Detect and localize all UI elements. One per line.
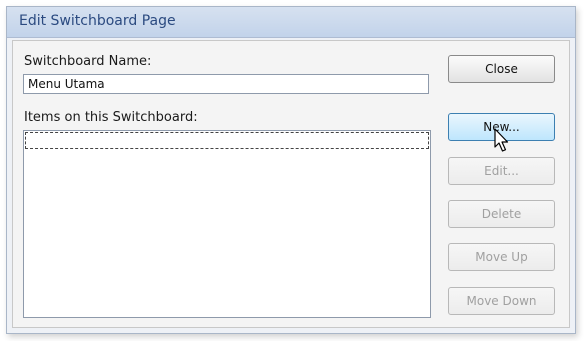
edit-button[interactable]: Edit... <box>448 157 555 185</box>
items-label: Items on this Switchboard: <box>24 110 198 125</box>
switchboard-name-label: Switchboard Name: <box>24 54 152 69</box>
switchboard-name-input[interactable] <box>23 74 429 94</box>
close-button[interactable]: Close <box>448 55 555 83</box>
move-down-button[interactable]: Move Down <box>448 287 555 315</box>
move-up-button[interactable]: Move Up <box>448 243 555 271</box>
items-list[interactable] <box>23 130 431 318</box>
window-title: Edit Switchboard Page <box>19 13 176 29</box>
list-focus-row[interactable] <box>25 132 429 149</box>
delete-button[interactable]: Delete <box>448 200 555 228</box>
arrow-pointer-icon <box>494 128 509 152</box>
title-bar[interactable]: Edit Switchboard Page <box>7 7 575 38</box>
